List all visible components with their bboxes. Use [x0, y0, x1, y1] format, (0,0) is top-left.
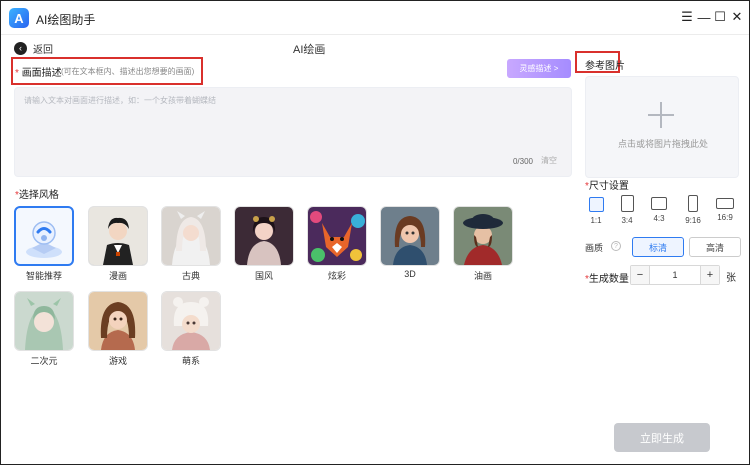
style-item-classic[interactable]: 古典 — [161, 206, 221, 282]
style-name: 游戏 — [108, 356, 127, 366]
style-label-text: 选择风格 — [18, 190, 59, 201]
description-textarea[interactable]: 请输入文本对画面进行描述，如：一个女孩带着蝴蝶结 0/300 清空 — [14, 87, 572, 177]
portrait-icon — [620, 195, 634, 212]
style-item-anime[interactable]: 二次元 — [14, 291, 74, 367]
quality-standard-button[interactable]: 标清 — [632, 237, 684, 257]
size-option-1-1[interactable]: 1:1 — [585, 195, 607, 225]
increment-button[interactable]: + — [701, 266, 719, 284]
description-label-text: 画面描述 — [21, 68, 62, 79]
upload-text: 点击或将图片拖拽此处 — [617, 139, 708, 149]
quantity-stepper: − 1 + — [630, 265, 720, 285]
app-window: A AI绘图助手 ☰ — ☐ ✕ ‹ 返回 AI绘画 * 画面描述 (可在文本框… — [0, 0, 750, 465]
menu-icon[interactable]: ☰ — [679, 9, 695, 25]
maximize-icon[interactable]: ☐ — [712, 9, 728, 25]
plus-icon-vertical — [660, 102, 662, 128]
size-label-text: 尺寸设置 — [588, 181, 629, 192]
quality-hd-button[interactable]: 高清 — [689, 237, 741, 257]
style-thumbnail — [14, 291, 74, 351]
description-hint: (可在文本框内、描述出您想要的画面) — [61, 67, 195, 76]
style-name: 炫彩 — [327, 271, 346, 281]
tall-portrait-icon — [688, 195, 698, 212]
title-bar: A AI绘图助手 ☰ — ☐ ✕ — [1, 1, 749, 35]
style-name: 漫画 — [108, 271, 127, 281]
reference-upload-area[interactable]: 点击或将图片拖拽此处 — [585, 76, 739, 178]
char-counter: 0/300 — [512, 157, 533, 166]
style-thumbnail — [14, 206, 74, 266]
style-item-oil[interactable]: 油画 — [453, 206, 513, 282]
back-label: 返回 — [33, 45, 53, 56]
inspire-description-button[interactable]: 灵感描述 > — [507, 59, 571, 78]
minimize-icon[interactable]: — — [696, 9, 712, 25]
count-label: *生成数量 — [585, 270, 629, 285]
style-thumbnail — [380, 206, 440, 266]
size-ratio: 4:3 — [653, 214, 665, 223]
landscape-icon — [651, 197, 667, 210]
style-thumbnail — [234, 206, 294, 266]
quantity-input[interactable]: 1 — [649, 266, 701, 284]
wide-landscape-icon — [716, 198, 734, 209]
clear-button[interactable]: 清空 — [541, 155, 557, 166]
style-name: 二次元 — [30, 356, 58, 366]
square-icon — [588, 197, 604, 212]
style-item-smart[interactable]: 智能推荐 — [14, 206, 74, 282]
quality-label: 画质 — [585, 243, 604, 253]
style-item-guofeng[interactable]: 国风 — [234, 206, 294, 282]
app-title: AI绘图助手 — [36, 13, 96, 27]
style-label: *选择风格 — [15, 186, 59, 201]
close-icon[interactable]: ✕ — [729, 9, 745, 25]
count-unit: 张 — [726, 273, 736, 284]
style-name: 油画 — [473, 271, 492, 281]
size-option-3-4[interactable]: 3:4 — [616, 195, 638, 225]
back-button[interactable]: ‹ 返回 — [14, 41, 53, 56]
style-thumbnail — [88, 206, 148, 266]
style-item-colorful[interactable]: 炫彩 — [307, 206, 367, 282]
size-option-9-16[interactable]: 9:16 — [682, 195, 704, 225]
style-thumbnail — [88, 291, 148, 351]
style-name: 古典 — [181, 271, 200, 281]
reference-label: 参考图片 — [585, 61, 625, 72]
style-item-game[interactable]: 游戏 — [88, 291, 148, 367]
size-ratio: 9:16 — [685, 216, 701, 225]
size-ratio: 16:9 — [717, 213, 733, 222]
style-name: 国风 — [254, 271, 273, 281]
size-label: *尺寸设置 — [585, 177, 629, 192]
app-logo: A — [9, 8, 29, 28]
style-name: 智能推荐 — [25, 271, 62, 281]
style-name: 3D — [404, 269, 416, 279]
style-name: 萌系 — [181, 356, 200, 366]
generate-button[interactable]: 立即生成 — [614, 423, 710, 452]
style-thumbnail — [307, 206, 367, 266]
decrement-button[interactable]: − — [631, 266, 649, 284]
style-thumbnail — [453, 206, 513, 266]
description-label: * 画面描述 — [15, 64, 62, 79]
size-ratio: 3:4 — [621, 216, 633, 225]
page-title: AI绘画 — [293, 44, 326, 56]
style-thumbnail — [161, 291, 221, 351]
size-option-4-3[interactable]: 4:3 — [648, 195, 670, 223]
style-item-3d[interactable]: 3D — [380, 206, 440, 279]
required-mark: * — [15, 68, 19, 79]
style-item-manga[interactable]: 漫画 — [88, 206, 148, 282]
help-icon[interactable]: ? — [611, 241, 621, 251]
style-thumbnail — [161, 206, 221, 266]
description-placeholder: 请输入文本对画面进行描述，如：一个女孩带着蝴蝶结 — [24, 96, 216, 105]
chevron-left-icon: ‹ — [14, 42, 27, 55]
count-label-text: 生成数量 — [588, 274, 629, 285]
style-item-cute[interactable]: 萌系 — [161, 291, 221, 367]
size-ratio: 1:1 — [590, 216, 602, 225]
size-option-16-9[interactable]: 16:9 — [714, 195, 736, 222]
